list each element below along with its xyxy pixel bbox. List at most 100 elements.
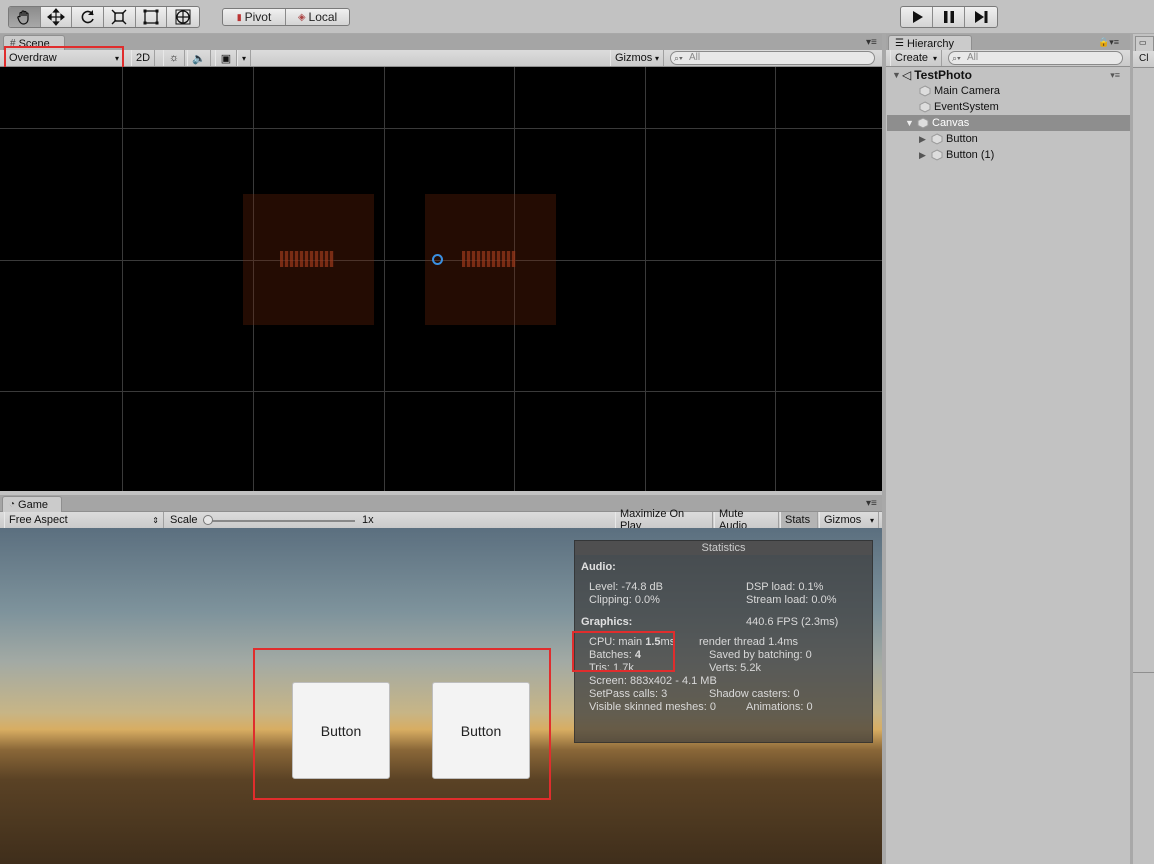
updown-arrow-icon: ⇕ <box>152 515 159 525</box>
hierarchy-tree: ▼ ◁ TestPhoto ▾≡ Main Camera EventSystem… <box>887 67 1130 864</box>
scale-slider-thumb[interactable] <box>203 515 213 525</box>
stat-shadow-casters: Shadow casters: 0 <box>709 688 800 700</box>
local-label: Local <box>308 10 338 24</box>
pivot-handle-icon[interactable] <box>432 254 443 265</box>
panel-divider[interactable] <box>882 34 886 864</box>
gameobject-icon <box>931 133 943 145</box>
stat-clipping: Clipping: 0.0% <box>589 594 660 606</box>
game-control-bar: Free Aspect ⇕ Scale 1x Maximize On Play … <box>0 508 882 532</box>
partial-tab-label: Cl <box>1139 53 1149 64</box>
aspect-label: Free Aspect <box>9 514 68 526</box>
tab-game-label: Game <box>18 498 49 511</box>
hand-tool-icon[interactable] <box>9 7 41 27</box>
collapse-arrow-icon[interactable]: ▶ <box>919 134 929 145</box>
scale-tool-icon[interactable] <box>104 7 136 27</box>
hierarchy-item-label: Button (1) <box>946 149 995 161</box>
panel-menu-icon[interactable]: ▾≡ <box>866 498 877 509</box>
folder-icon: ▭ <box>1139 38 1147 47</box>
partial-divider <box>1133 672 1154 673</box>
partial-toolbar: Cl <box>1133 51 1154 68</box>
local-button[interactable]: ◈ Local <box>286 9 349 25</box>
tab-inspector-partial[interactable]: ▭ <box>1135 36 1154 51</box>
play-controls <box>900 6 998 28</box>
highlight-buttons <box>253 648 551 800</box>
grid-line <box>0 391 882 392</box>
stat-screen: Screen: 883x402 - 4.1 MB <box>589 675 717 687</box>
list-icon: ☰ <box>895 38 904 49</box>
transform-tool-icon[interactable] <box>167 7 199 27</box>
lock-icon[interactable]: 🔒▾≡ <box>1098 37 1119 48</box>
rotate-tool-icon[interactable] <box>72 7 105 27</box>
hierarchy-item-label: Canvas <box>932 117 970 129</box>
scene-name: TestPhoto <box>914 68 973 82</box>
local-cube-icon: ◈ <box>297 11 306 23</box>
mute-audio-button[interactable]: Mute Audio <box>714 508 779 532</box>
tab-hierarchy-label: Hierarchy <box>906 37 955 50</box>
effects-toggle-icon[interactable]: ▣ <box>215 50 237 66</box>
game-gizmos-label: Gizmos <box>824 514 862 526</box>
scene-root-row[interactable]: ▼ ◁ TestPhoto ▾≡ <box>887 67 1130 83</box>
scene-gizmos-dropdown[interactable]: Gizmos ▾ <box>610 50 664 66</box>
aspect-dropdown[interactable]: Free Aspect ⇕ <box>4 512 164 528</box>
grid-line <box>122 67 123 491</box>
dropdown-arrow-icon: ▾ <box>654 53 659 63</box>
grid-line <box>775 67 776 491</box>
panel-menu-icon[interactable]: ▾≡ <box>866 37 877 48</box>
stats-button[interactable]: Stats <box>780 512 818 528</box>
game-gizmos-dropdown[interactable]: Gizmos ▾ <box>819 512 879 528</box>
hierarchy-item-button-1[interactable]: ▶ Button (1) <box>887 147 1130 163</box>
create-dropdown[interactable]: Create ▾ <box>890 50 942 66</box>
play-icon[interactable] <box>901 7 934 27</box>
hierarchy-item-label: Button <box>946 133 978 145</box>
hierarchy-item-eventsystem[interactable]: EventSystem <box>887 99 1130 115</box>
dropdown-arrow-icon: ▾ <box>932 53 937 63</box>
main-toolbar: ▮ Pivot ◈ Local <box>0 0 1154 34</box>
hierarchy-item-main-camera[interactable]: Main Camera <box>887 83 1130 99</box>
hierarchy-tabbar: ☰ Hierarchy 🔒▾≡ <box>886 34 1130 51</box>
stat-skinned-meshes: Visible skinned meshes: 0 <box>589 701 716 713</box>
pivot-icon: ▮ <box>236 11 242 22</box>
gameobject-icon <box>919 101 931 113</box>
scene-root-content: ▼ ◁ TestPhoto <box>887 68 972 82</box>
pivot-local-toggle: ▮ Pivot ◈ Local <box>222 8 350 26</box>
scene-search-placeholder: All <box>689 52 701 63</box>
stat-stream-load: Stream load: 0.0% <box>746 594 837 606</box>
pivot-button[interactable]: ▮ Pivot <box>223 9 287 25</box>
lighting-toggle-icon[interactable]: ☼ <box>163 50 185 66</box>
expand-arrow-icon[interactable]: ▼ <box>892 70 902 80</box>
tab-hierarchy[interactable]: ☰ Hierarchy <box>888 35 972 51</box>
hierarchy-search-input[interactable]: ⌕▾ All <box>948 51 1123 65</box>
effects-dropdown-arrow-icon[interactable]: ▾ <box>237 50 251 66</box>
grid-line <box>0 128 882 129</box>
step-icon[interactable] <box>965 7 997 27</box>
audio-toggle-icon[interactable]: 🔈 <box>187 50 211 66</box>
collapse-arrow-icon[interactable]: ▶ <box>919 150 929 161</box>
toggle-2d-button[interactable]: 2D <box>131 50 155 66</box>
hierarchy-control-bar: Create ▾ ⌕▾ All <box>886 50 1130 67</box>
row-menu-icon[interactable]: ▾≡ <box>1110 70 1120 81</box>
toggle-2d-label: 2D <box>135 52 151 64</box>
overdraw-text-right <box>462 251 516 267</box>
unity-scene-icon: ◁ <box>902 68 912 82</box>
highlight-batches <box>572 631 675 672</box>
gameobject-icon <box>919 85 931 97</box>
scene-control-bar: Overdraw ▾ 2D ☼ 🔈 ▣ ▾ Gizmos ▾ ⌕▾ All <box>0 50 882 67</box>
scene-search-input[interactable]: ⌕▾ All <box>670 51 875 65</box>
tab-game[interactable]: ◔ Game <box>2 496 62 512</box>
expand-arrow-icon[interactable]: ▼ <box>905 118 915 128</box>
transform-tools <box>8 6 200 28</box>
hierarchy-item-button[interactable]: ▶ Button <box>887 131 1130 147</box>
rect-tool-icon[interactable] <box>136 7 168 27</box>
hierarchy-search-placeholder: All <box>967 52 979 63</box>
inspector-panel-partial: ▭ Cl <box>1133 34 1154 864</box>
search-icon: ⌕▾ <box>952 53 961 63</box>
move-tool-icon[interactable] <box>41 7 73 27</box>
pause-icon[interactable] <box>933 7 965 27</box>
scale-label: Scale <box>170 514 198 526</box>
scene-viewport[interactable] <box>0 67 882 491</box>
gameobject-icon <box>931 149 943 161</box>
scale-slider-track[interactable] <box>205 520 355 522</box>
stat-level: Level: -74.8 dB <box>589 581 663 593</box>
hierarchy-item-canvas[interactable]: ▼ Canvas <box>887 115 1130 131</box>
maximize-on-play-button[interactable]: Maximize On Play <box>615 508 713 532</box>
